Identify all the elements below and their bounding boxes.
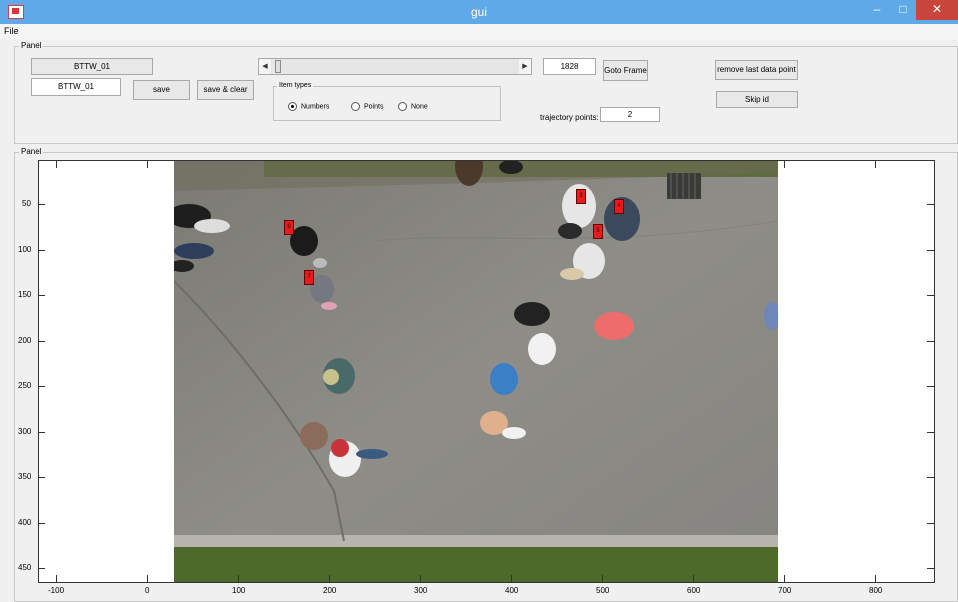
x-tick-label: 100 — [232, 586, 246, 595]
name-input[interactable]: BTTW_01 — [31, 78, 121, 96]
x-tick-label: 300 — [414, 586, 428, 595]
y-tick — [38, 204, 45, 205]
x-tick — [511, 575, 512, 582]
x-tick-label: 500 — [596, 586, 610, 595]
x-tick — [784, 161, 785, 168]
image-panel-title: Panel — [19, 147, 44, 156]
trajectory-points-input[interactable]: 2 — [600, 107, 660, 122]
y-tick — [38, 386, 45, 387]
x-tick-label: 200 — [323, 586, 337, 595]
skip-id-button[interactable]: Skip id — [716, 91, 798, 108]
y-tick-label: 450 — [18, 563, 32, 572]
video-frame-svg — [174, 161, 778, 582]
radio-none-label: None — [411, 103, 428, 111]
y-tick-label: 400 — [18, 518, 32, 527]
x-tick-label: 0 — [145, 586, 150, 595]
x-tick-label: 600 — [687, 586, 701, 595]
menu-file[interactable]: File — [4, 26, 19, 36]
y-tick — [927, 432, 934, 433]
frame-slider[interactable]: ◀ ▶ — [258, 58, 532, 75]
x-tick — [329, 575, 330, 582]
y-tick — [927, 341, 934, 342]
menu-bar: File — [0, 24, 958, 40]
y-tick-label: 300 — [18, 427, 32, 436]
y-tick — [38, 523, 45, 524]
y-tick — [927, 386, 934, 387]
x-tick-label: 400 — [505, 586, 519, 595]
x-tick — [693, 575, 694, 582]
save-clear-button[interactable]: save & clear — [197, 80, 254, 100]
y-tick-label: 150 — [18, 290, 32, 299]
x-tick — [602, 575, 603, 582]
frame-number-input[interactable]: 1828 — [543, 58, 596, 75]
x-tick — [875, 161, 876, 168]
slider-right-arrow-icon[interactable]: ▶ — [519, 59, 531, 74]
x-tick-label: -100 — [48, 586, 65, 595]
track-marker[interactable]: 3 — [576, 189, 586, 204]
x-tick — [147, 575, 148, 582]
radio-selected-icon[interactable] — [288, 102, 297, 111]
radio-numbers-label: Numbers — [301, 103, 330, 111]
track-marker[interactable]: 6 — [284, 220, 294, 235]
x-tick — [420, 575, 421, 582]
item-types-title: Item types — [277, 82, 314, 89]
item-types-group: Item types Numbers Points None — [273, 82, 501, 121]
title-bar: gui – □ ✕ — [0, 0, 958, 24]
y-tick-label: 250 — [18, 381, 32, 390]
radio-points[interactable]: Points — [351, 102, 383, 111]
radio-points-label: Points — [364, 103, 384, 111]
minimize-button[interactable]: – — [864, 0, 890, 20]
x-tick — [147, 161, 148, 168]
y-tick — [927, 204, 934, 205]
save-button[interactable]: save — [133, 80, 190, 100]
y-tick — [38, 477, 45, 478]
y-tick — [38, 250, 45, 251]
y-tick — [927, 250, 934, 251]
window-title: gui — [470, 5, 487, 19]
radio-unselected-icon[interactable] — [398, 102, 407, 111]
y-tick — [927, 295, 934, 296]
radio-numbers[interactable]: Numbers — [288, 102, 329, 111]
slider-thumb[interactable] — [275, 60, 281, 73]
y-tick — [38, 295, 45, 296]
y-tick — [927, 568, 934, 569]
x-tick — [784, 575, 785, 582]
y-tick — [38, 432, 45, 433]
track-marker[interactable]: 4 — [614, 199, 624, 214]
y-tick-label: 350 — [18, 472, 32, 481]
slider-left-arrow-icon[interactable]: ◀ — [259, 59, 271, 74]
track-marker[interactable]: 7 — [304, 270, 314, 285]
y-tick-label: 100 — [18, 245, 32, 254]
x-tick-label: 800 — [869, 586, 883, 595]
y-tick-label: 200 — [18, 336, 32, 345]
y-tick — [38, 568, 45, 569]
radio-none[interactable]: None — [398, 102, 428, 111]
video-frame-image[interactable]: 3 4 5 6 7 — [174, 161, 778, 582]
goto-frame-button[interactable]: Goto Frame — [603, 60, 648, 81]
remove-last-point-button[interactable]: remove last data point — [715, 60, 798, 80]
x-tick — [56, 161, 57, 168]
y-tick — [927, 523, 934, 524]
trajectory-points-label: trajectory points: — [540, 113, 599, 122]
y-tick — [927, 477, 934, 478]
radio-unselected-icon[interactable] — [351, 102, 360, 111]
track-marker[interactable]: 5 — [593, 224, 603, 239]
x-tick-label: 700 — [778, 586, 792, 595]
close-button[interactable]: ✕ — [916, 0, 958, 20]
x-tick — [238, 575, 239, 582]
control-panel-title: Panel — [19, 41, 44, 50]
maximize-button[interactable]: □ — [890, 0, 916, 20]
x-tick — [875, 575, 876, 582]
y-tick — [38, 341, 45, 342]
x-tick — [56, 575, 57, 582]
name-display-button[interactable]: BTTW_01 — [31, 58, 153, 75]
y-tick-label: 50 — [22, 199, 31, 208]
